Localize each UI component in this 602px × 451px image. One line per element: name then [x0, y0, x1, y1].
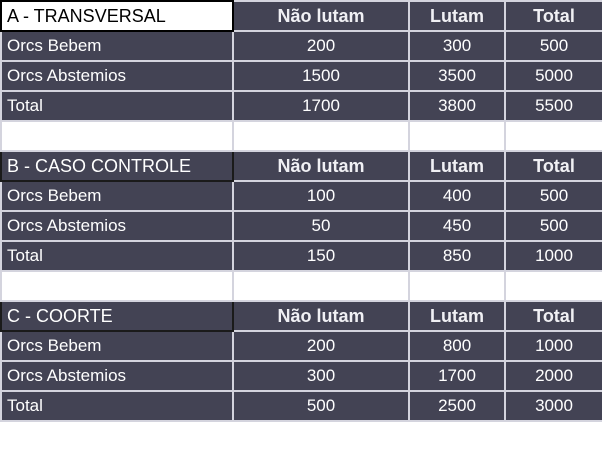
column-header-lutam[interactable]: Lutam — [408, 150, 506, 182]
section-header-row: C - COORTE Não lutam Lutam Total — [0, 300, 602, 332]
nao-lutam-cell[interactable]: 100 — [232, 180, 410, 212]
table-row: Total 150 850 1000 — [0, 240, 602, 272]
section-title-cell[interactable]: A - TRANSVERSAL — [0, 0, 234, 32]
row-label-cell[interactable]: Orcs Abstemios — [0, 360, 234, 392]
total-cell[interactable]: 5000 — [504, 60, 602, 92]
lutam-cell[interactable]: 400 — [408, 180, 506, 212]
empty-row — [0, 270, 602, 302]
lutam-cell[interactable]: 450 — [408, 210, 506, 242]
nao-lutam-cell[interactable]: 50 — [232, 210, 410, 242]
table-row: Orcs Abstemios 1500 3500 5000 — [0, 60, 602, 92]
row-label-cell[interactable]: Orcs Abstemios — [0, 60, 234, 92]
total-cell[interactable]: 500 — [504, 30, 602, 62]
row-label-cell[interactable]: Orcs Bebem — [0, 180, 234, 212]
column-header-nao-lutam[interactable]: Não lutam — [232, 150, 410, 182]
table-row: Orcs Abstemios 300 1700 2000 — [0, 360, 602, 392]
section-header-row: B - CASO CONTROLE Não lutam Lutam Total — [0, 150, 602, 182]
row-label-cell[interactable]: Total — [0, 90, 234, 122]
total-cell[interactable]: 2000 — [504, 360, 602, 392]
empty-row — [0, 120, 602, 152]
column-header-total[interactable]: Total — [504, 150, 602, 182]
total-cell[interactable]: 5500 — [504, 90, 602, 122]
empty-cell[interactable] — [408, 270, 506, 302]
lutam-cell[interactable]: 3500 — [408, 60, 506, 92]
row-label-cell[interactable]: Orcs Bebem — [0, 30, 234, 62]
column-header-total[interactable]: Total — [504, 0, 602, 32]
table-row: Total 500 2500 3000 — [0, 390, 602, 422]
row-label-cell[interactable]: Total — [0, 390, 234, 422]
lutam-cell[interactable]: 300 — [408, 30, 506, 62]
lutam-cell[interactable]: 800 — [408, 330, 506, 362]
total-cell[interactable]: 500 — [504, 210, 602, 242]
column-header-lutam[interactable]: Lutam — [408, 0, 506, 32]
table-row: Orcs Bebem 200 300 500 — [0, 30, 602, 62]
total-cell[interactable]: 500 — [504, 180, 602, 212]
total-cell[interactable]: 3000 — [504, 390, 602, 422]
column-header-nao-lutam[interactable]: Não lutam — [232, 300, 410, 332]
row-label-cell[interactable]: Orcs Abstemios — [0, 210, 234, 242]
table-row: Orcs Bebem 200 800 1000 — [0, 330, 602, 362]
column-header-lutam[interactable]: Lutam — [408, 300, 506, 332]
nao-lutam-cell[interactable]: 1700 — [232, 90, 410, 122]
spreadsheet-table: A - TRANSVERSAL Não lutam Lutam Total Or… — [0, 0, 602, 422]
empty-cell[interactable] — [0, 120, 234, 152]
section-header-row: A - TRANSVERSAL Não lutam Lutam Total — [0, 0, 602, 32]
empty-cell[interactable] — [232, 120, 410, 152]
empty-cell[interactable] — [504, 270, 602, 302]
table-row: Orcs Abstemios 50 450 500 — [0, 210, 602, 242]
empty-cell[interactable] — [408, 120, 506, 152]
nao-lutam-cell[interactable]: 200 — [232, 30, 410, 62]
total-cell[interactable]: 1000 — [504, 240, 602, 272]
column-header-total[interactable]: Total — [504, 300, 602, 332]
lutam-cell[interactable]: 2500 — [408, 390, 506, 422]
nao-lutam-cell[interactable]: 1500 — [232, 60, 410, 92]
nao-lutam-cell[interactable]: 500 — [232, 390, 410, 422]
row-label-cell[interactable]: Total — [0, 240, 234, 272]
nao-lutam-cell[interactable]: 300 — [232, 360, 410, 392]
column-header-nao-lutam[interactable]: Não lutam — [232, 0, 410, 32]
lutam-cell[interactable]: 3800 — [408, 90, 506, 122]
table-row: Total 1700 3800 5500 — [0, 90, 602, 122]
empty-cell[interactable] — [504, 120, 602, 152]
empty-cell[interactable] — [232, 270, 410, 302]
nao-lutam-cell[interactable]: 150 — [232, 240, 410, 272]
table-row: Orcs Bebem 100 400 500 — [0, 180, 602, 212]
row-label-cell[interactable]: Orcs Bebem — [0, 330, 234, 362]
section-title-cell[interactable]: C - COORTE — [0, 300, 234, 332]
total-cell[interactable]: 1000 — [504, 330, 602, 362]
section-title-cell[interactable]: B - CASO CONTROLE — [0, 150, 234, 182]
lutam-cell[interactable]: 850 — [408, 240, 506, 272]
empty-cell[interactable] — [0, 270, 234, 302]
nao-lutam-cell[interactable]: 200 — [232, 330, 410, 362]
lutam-cell[interactable]: 1700 — [408, 360, 506, 392]
